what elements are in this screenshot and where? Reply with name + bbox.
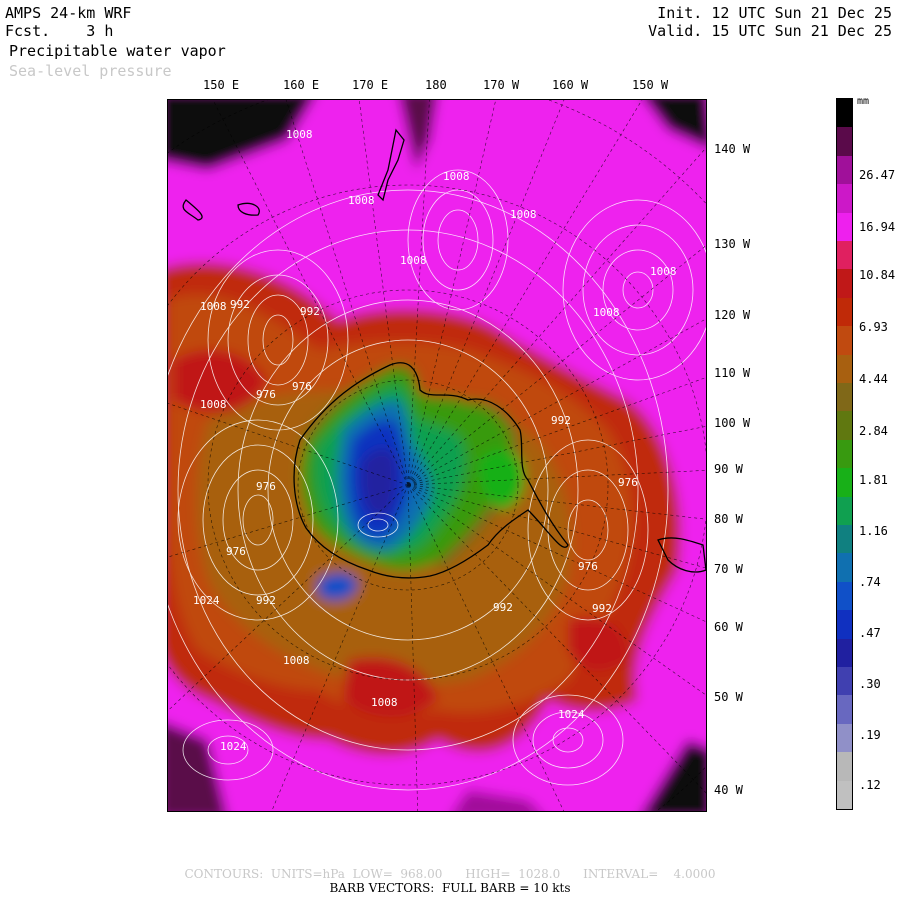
barb-info: BARB VECTORS: FULL BARB = 10 kts: [329, 881, 571, 895]
colorbar-segment: [837, 383, 852, 412]
colorbar-segment: [837, 354, 852, 384]
colorbar-segment: [837, 610, 852, 640]
fcst-label: Fcst.: [5, 22, 51, 40]
right-lon-label: 100 W: [714, 416, 751, 430]
colorbar-segment: [837, 553, 852, 583]
colorbar-label: 10.84: [859, 268, 896, 282]
right-lon-label: 140 W: [714, 142, 751, 156]
colorbar-segment: [837, 127, 852, 157]
colorbar-label: 1.81: [859, 473, 888, 487]
colorbar-label: 4.44: [859, 372, 888, 386]
colorbar-segment: [837, 581, 852, 611]
right-lon-label: 70 W: [714, 562, 743, 576]
colorbar-label: .12: [859, 778, 881, 792]
pressure-label: 976: [292, 380, 312, 393]
colorbar-segment: [837, 212, 852, 242]
pressure-label: 1008: [348, 194, 375, 207]
right-lon-label: 90 W: [714, 462, 743, 476]
right-lon-label: 130 W: [714, 237, 751, 251]
pressure-label: 976: [256, 480, 276, 493]
field-subtitle: Sea-level pressure: [9, 62, 172, 80]
colorbar-segment: [837, 638, 852, 668]
pressure-label: 1008: [443, 170, 470, 183]
colorbar-label: 16.94: [859, 220, 896, 234]
colorbar-label: .19: [859, 728, 881, 742]
colorbar-segment: [837, 184, 852, 214]
colorbar-label: .47: [859, 626, 881, 640]
pressure-label: 1008: [650, 265, 677, 278]
pressure-label: 1008: [200, 300, 227, 313]
pressure-label: 992: [300, 305, 320, 318]
precipitable-water-map: 1008 1008 1008 1008 1008 1008 1008 992 9…: [168, 100, 706, 811]
right-lon-label: 110 W: [714, 366, 751, 380]
pressure-label: 1008: [371, 696, 398, 709]
pressure-label: 992: [551, 414, 571, 427]
colorbar-segment: [837, 695, 852, 725]
top-lon-label: 160 W: [552, 78, 589, 92]
pressure-label: 1008: [510, 208, 537, 221]
top-lon-label: 150 W: [632, 78, 669, 92]
pressure-label: 992: [230, 298, 250, 311]
init-time: Init. 12 UTC Sun 21 Dec 25: [657, 4, 892, 22]
colorbar-segment: [837, 326, 852, 356]
colorbar-segment: [837, 269, 852, 299]
pressure-label: 1024: [558, 708, 585, 721]
pressure-label: 1008: [200, 398, 227, 411]
model-title: AMPS 24-km WRF: [5, 4, 132, 22]
color-bar: [836, 98, 853, 810]
colorbar-unit: mm: [857, 96, 870, 107]
right-lon-label: 80 W: [714, 512, 743, 526]
pressure-label: 1024: [220, 740, 247, 753]
contour-info: CONTOURS: UNITS=hPa LOW= 968.00 HIGH= 10…: [184, 867, 716, 881]
colorbar-segment: [837, 468, 852, 498]
right-lon-label: 120 W: [714, 308, 751, 322]
pressure-label: 976: [256, 388, 276, 401]
pressure-label: 1008: [400, 254, 427, 267]
colorbar-segment: [837, 439, 852, 469]
top-lon-label: 170 E: [352, 78, 389, 92]
fcst-value: 3 h: [86, 22, 114, 40]
colorbar-label: .30: [859, 677, 881, 691]
pressure-label: 1008: [283, 654, 310, 667]
right-lon-label: 60 W: [714, 620, 743, 634]
map-panel: 1008 1008 1008 1008 1008 1008 1008 992 9…: [167, 99, 707, 812]
field-title: Precipitable water vapor: [9, 42, 226, 60]
colorbar-segment: [837, 411, 852, 441]
forecast-hour: Fcst. 3 h: [5, 22, 113, 40]
right-lon-label: 40 W: [714, 783, 743, 797]
pressure-label: 1008: [286, 128, 313, 141]
colorbar-segment: [837, 667, 852, 696]
top-lon-label: 160 E: [283, 78, 320, 92]
colorbar-segment: [837, 99, 852, 128]
valid-time: Valid. 15 UTC Sun 21 Dec 25: [648, 22, 892, 40]
colorbar-segment: [837, 752, 852, 782]
colorbar-segment: [837, 496, 852, 526]
colorbar-label: 2.84: [859, 424, 888, 438]
pressure-label: 992: [592, 602, 612, 615]
top-lon-label: 170 W: [483, 78, 520, 92]
colorbar-label: 1.16: [859, 524, 888, 538]
colorbar-segment: [837, 155, 852, 185]
top-lon-label: 180: [425, 78, 447, 92]
pressure-label: 992: [256, 594, 276, 607]
colorbar-segment: [837, 241, 852, 270]
colorbar-label: 6.93: [859, 320, 888, 334]
pressure-label: 976: [578, 560, 598, 573]
pwv-fill: [168, 100, 706, 811]
colorbar-segment: [837, 525, 852, 554]
pressure-label: 1008: [593, 306, 620, 319]
pressure-label: 976: [226, 545, 246, 558]
colorbar-segment: [837, 297, 852, 327]
top-lon-label: 150 E: [203, 78, 240, 92]
colorbar-label: 26.47: [859, 168, 896, 182]
colorbar-label: .74: [859, 575, 881, 589]
pressure-label: 992: [493, 601, 513, 614]
pressure-label: 976: [618, 476, 638, 489]
right-lon-label: 50 W: [714, 690, 743, 704]
colorbar-segment: [837, 723, 852, 753]
pressure-label: 1024: [193, 594, 220, 607]
colorbar-segment: [837, 780, 852, 810]
